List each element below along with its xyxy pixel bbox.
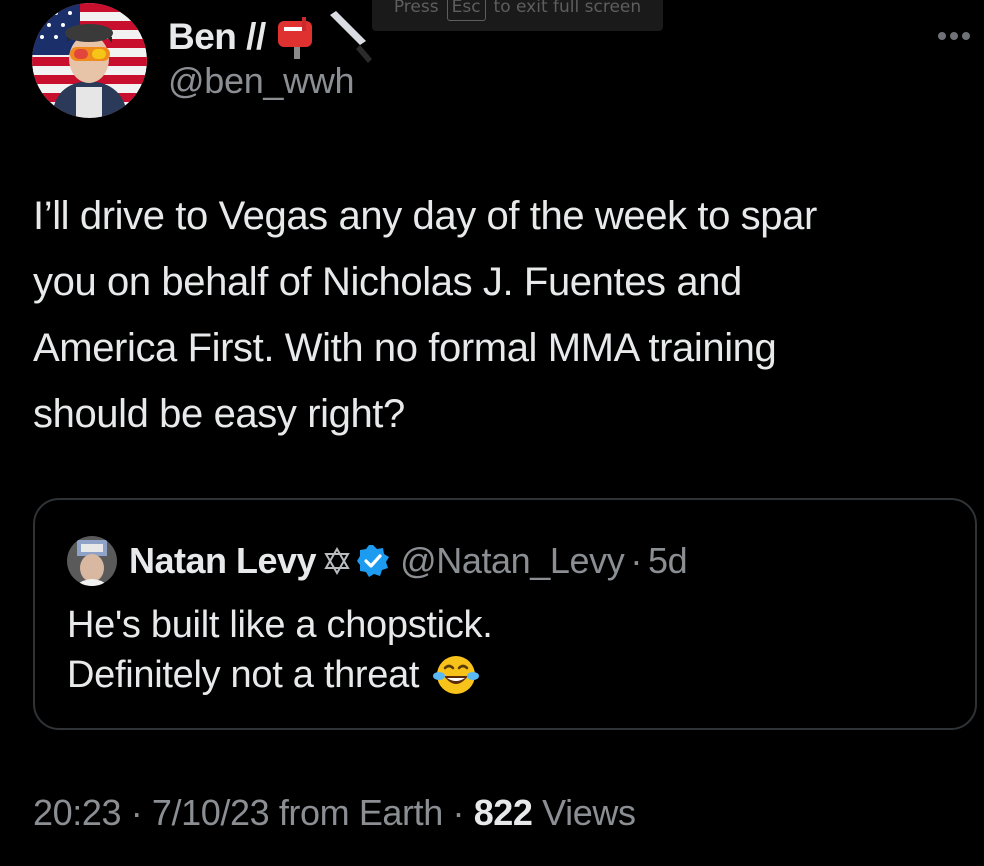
tweet-text-line: you on behalf of Nicholas J. Fuentes and: [33, 260, 742, 304]
knife-icon: [329, 11, 372, 63]
more-options-icon[interactable]: [938, 26, 978, 46]
author-handle[interactable]: @ben_wwh: [168, 60, 355, 102]
tweet-meta: 20:23 · 7/10/23 from Earth · 822 Views: [33, 792, 636, 834]
tweet-time[interactable]: 20:23: [33, 792, 121, 833]
quoted-tweet-card[interactable]: Natan Levy @Natan_Levy · 5d He's built l…: [33, 498, 977, 730]
tweet-text-line: America First. With no formal MMA traini…: [33, 326, 777, 370]
star-of-david-icon: [324, 547, 350, 575]
separator-dot: ·: [630, 540, 642, 581]
views-count: 822: [473, 792, 533, 833]
quoted-author-handle[interactable]: @Natan_Levy: [400, 540, 625, 582]
separator-dot: ·: [130, 792, 143, 833]
tweet-date-source[interactable]: 7/10/23 from Earth: [152, 792, 443, 833]
quoted-text-line-2: Definitely not a threat: [67, 654, 420, 696]
esc-key: Esc: [446, 0, 486, 21]
quoted-text-line-1: He's built like a chopstick.: [67, 604, 493, 646]
postbox-icon: [277, 17, 312, 59]
author-avatar-image: [32, 3, 147, 118]
author-name[interactable]: Ben //: [168, 16, 266, 58]
quoted-tweet-header: Natan Levy @Natan_Levy · 5d: [67, 536, 688, 586]
separator-dot: ·: [452, 792, 465, 833]
tweet-text-line: I’ll drive to Vegas any day of the week …: [33, 194, 817, 238]
quoted-author-name[interactable]: Natan Levy: [129, 540, 317, 582]
quoted-tweet-age[interactable]: 5d: [648, 540, 688, 582]
quoted-text-line: Definitely not a threat: [67, 650, 492, 700]
author-avatar[interactable]: [32, 3, 147, 118]
fullscreen-hint-press: Press: [393, 0, 439, 17]
tweet-text: I’ll drive to Vegas any day of the week …: [33, 183, 953, 447]
quoted-author-avatar[interactable]: [67, 536, 117, 586]
author-name-row[interactable]: Ben //: [168, 11, 374, 63]
face-with-tears-of-joy-icon: [433, 656, 480, 694]
quoted-text-line: He's built like a chopstick.: [67, 600, 493, 650]
verified-badge-icon: [357, 545, 390, 577]
fullscreen-hint-text: to exit full screen: [493, 0, 642, 17]
fullscreen-hint: Press Esc to exit full screen: [372, 0, 663, 31]
quoted-tweet-text: He's built like a chopstick. Definitely …: [67, 600, 493, 700]
views-label: Views: [542, 792, 636, 833]
tweet-text-line: should be easy right?: [33, 392, 405, 436]
quoted-author-avatar-image: [67, 536, 117, 586]
